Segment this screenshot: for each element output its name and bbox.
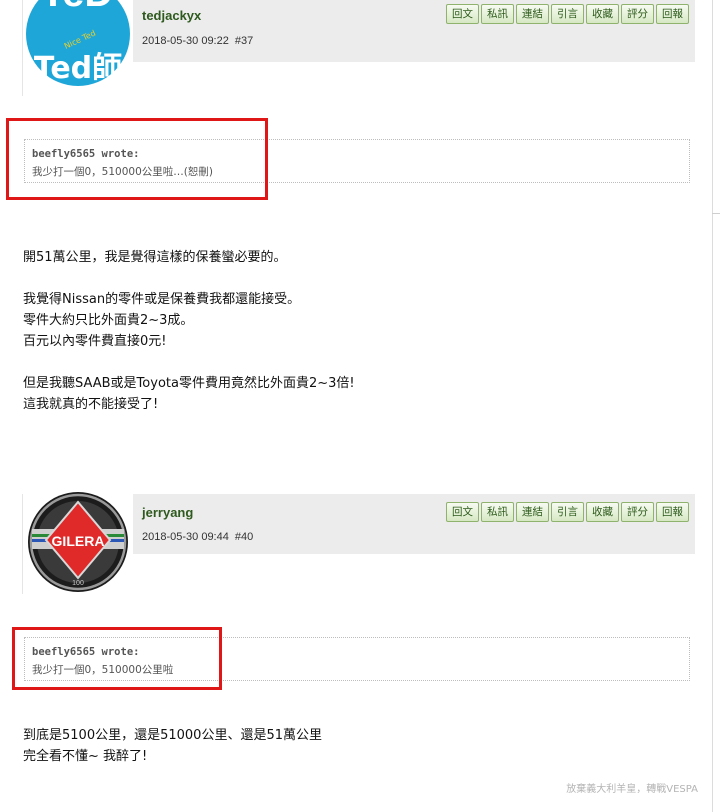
avatar-small-text: 100 [72, 580, 84, 587]
body-line: 但是我聽SAAB或是Toyota零件費用竟然比外面貴2~3倍! [23, 376, 355, 391]
message-button[interactable]: 私訊 [481, 4, 514, 24]
link-button[interactable]: 連結 [516, 502, 549, 522]
watermark-signature: 放棄義大利羊皇，轉戰VESPA [566, 784, 698, 795]
avatar-frame: TeD Ted師 Nice Ted [22, 0, 133, 96]
body-line: 百元以內零件費直接0元! [23, 334, 167, 349]
reply-button[interactable]: 回文 [446, 4, 479, 24]
avatar[interactable]: TeD Ted師 Nice Ted [23, 0, 131, 96]
post-actions: 回文 私訊 連結 引言 收藏 評分 回報 [446, 4, 689, 24]
quote-button[interactable]: 引言 [551, 502, 584, 522]
avatar-text: Ted師 [34, 51, 122, 86]
svg-text:TeD: TeD [41, 0, 114, 15]
message-button[interactable]: 私訊 [481, 502, 514, 522]
body-line: 完全看不懂~ 我醉了! [23, 749, 148, 764]
post-header: jerryang 2018-05-30 09:44 #40 回文 私訊 連結 引言… [133, 494, 695, 554]
post-body: 到底是5100公里，還是51000公里、還是51萬公里 完全看不懂~ 我醉了! [23, 725, 683, 767]
username-link[interactable]: jerryang [142, 505, 193, 520]
post-actions: 回文 私訊 連結 引言 收藏 評分 回報 [446, 502, 689, 522]
body-line: 開51萬公里，我是覺得這樣的保養蠻必要的。 [23, 250, 287, 265]
body-line: 零件大約只比外面貴2~3成。 [23, 313, 194, 328]
highlight-box [12, 627, 222, 690]
body-line: 這我就真的不能接受了! [23, 397, 159, 412]
favorite-button[interactable]: 收藏 [586, 502, 619, 522]
scroll-track-line [712, 0, 713, 812]
avatar[interactable]: GILERA 100 [26, 490, 130, 594]
avatar-frame: GILERA 100 [22, 492, 133, 594]
post-meta: 2018-05-30 09:44 #40 [142, 531, 253, 543]
reply-button[interactable]: 回文 [446, 502, 479, 522]
quote-button[interactable]: 引言 [551, 4, 584, 24]
body-line: 到底是5100公里，還是51000公里、還是51萬公里 [23, 728, 322, 743]
highlight-box [6, 118, 268, 200]
post-body: 開51萬公里，我是覺得這樣的保養蠻必要的。 我覺得Nissan的零件或是保養費我… [23, 247, 683, 415]
rate-button[interactable]: 評分 [621, 4, 654, 24]
username-link[interactable]: tedjackyx [142, 8, 201, 23]
favorite-button[interactable]: 收藏 [586, 4, 619, 24]
post-floor: #40 [234, 531, 254, 543]
post-meta: 2018-05-30 09:22 #37 [142, 35, 253, 47]
report-button[interactable]: 回報 [656, 502, 689, 522]
report-button[interactable]: 回報 [656, 4, 689, 24]
post-floor: #37 [234, 35, 254, 47]
body-line: 我覺得Nissan的零件或是保養費我都還能接受。 [23, 292, 301, 307]
forum-post-37: TeD Ted師 Nice Ted tedjackyx 2018-05-30 0… [0, 0, 712, 440]
scroll-track-tick [712, 213, 720, 214]
rate-button[interactable]: 評分 [621, 502, 654, 522]
post-header: tedjackyx 2018-05-30 09:22 #37 回文 私訊 連結 引… [133, 0, 695, 62]
avatar-text: GILERA [52, 533, 105, 549]
forum-post-40: GILERA 100 jerryang 2018-05-30 09:44 #40 … [0, 492, 712, 812]
post-date: 2018-05-30 09:44 [142, 531, 229, 543]
post-date: 2018-05-30 09:22 [142, 35, 229, 47]
link-button[interactable]: 連結 [516, 4, 549, 24]
